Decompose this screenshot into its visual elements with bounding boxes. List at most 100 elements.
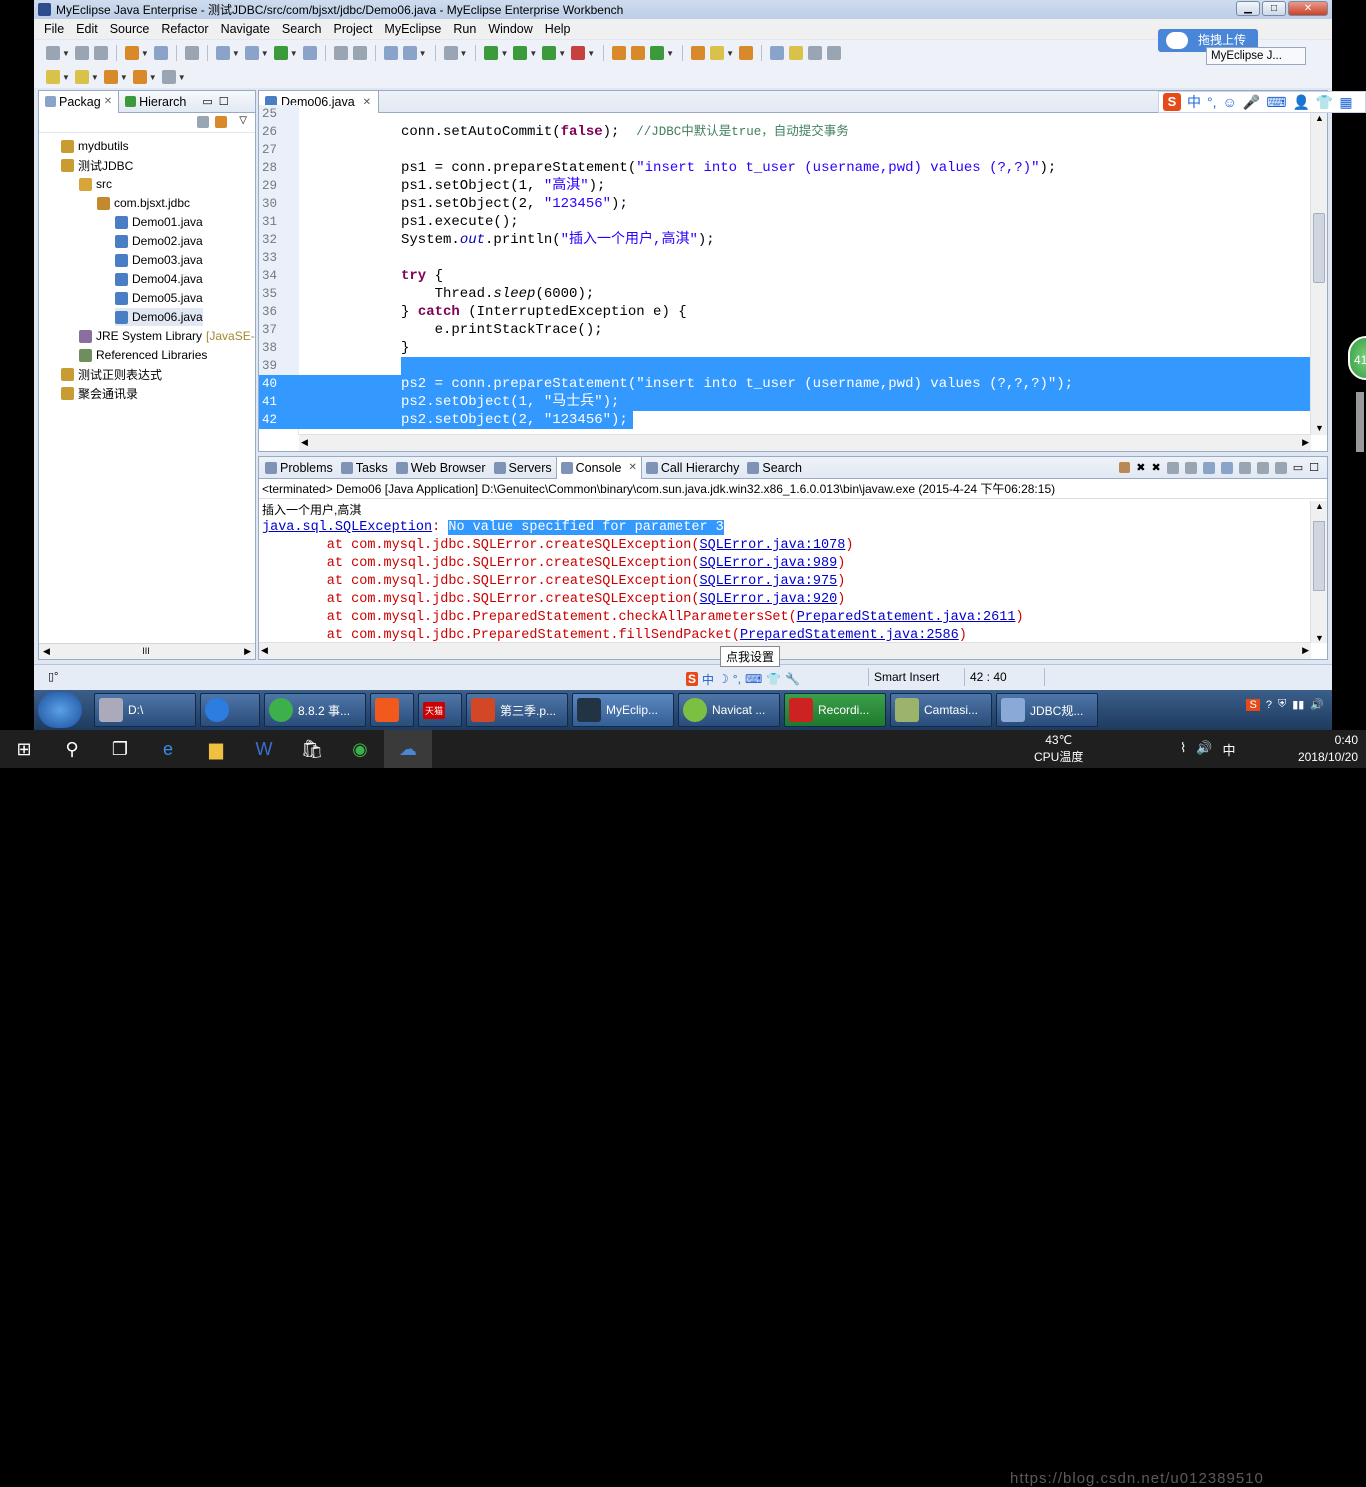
deploy-icon[interactable] (215, 46, 230, 60)
shirt-icon[interactable]: 👕 (766, 672, 781, 686)
stack-link[interactable]: SQLError.java:989 (699, 556, 837, 571)
tree-item-demo04[interactable]: Demo04.java (115, 270, 203, 288)
close-icon[interactable]: ✕ (104, 96, 112, 107)
maximize-button[interactable]: □ (1262, 1, 1286, 16)
ime-status-bar[interactable]: S 中 ☽ °, ⌨ 👕 🔧 (686, 670, 836, 688)
scroll-up-icon[interactable]: ▲ (1315, 113, 1324, 123)
tree-item-package[interactable]: com.bjsxt.jdbc (97, 194, 190, 212)
prev-annotation-icon[interactable] (74, 70, 89, 84)
minimize-view-icon[interactable]: ▭ (1293, 461, 1303, 474)
save-icon[interactable] (74, 46, 89, 60)
tree-item-demo05[interactable]: Demo05.java (115, 289, 203, 307)
ime-indicator[interactable]: 中 (1223, 740, 1236, 759)
punctuation-icon[interactable]: °, (733, 672, 741, 686)
sogou-logo[interactable]: S (686, 672, 699, 686)
baidu-cloud-icon[interactable]: ☁ (384, 730, 432, 768)
open-console-icon[interactable] (1274, 461, 1287, 474)
floating-badge[interactable]: 41 (1348, 336, 1366, 380)
perspective-switcher[interactable]: MyEclipse J... (1206, 47, 1306, 65)
close-button[interactable]: ✕ (1288, 1, 1328, 16)
external-tools-icon[interactable] (571, 46, 586, 60)
debug-icon[interactable] (484, 46, 499, 60)
store-icon[interactable]: 🛍 (288, 730, 336, 768)
start-orb[interactable] (38, 692, 82, 728)
tab-hierarchy[interactable]: Hierarch (119, 91, 192, 113)
punctuation-mode[interactable]: °, (1207, 94, 1217, 110)
globe-icon[interactable] (302, 46, 317, 60)
scroll-up-icon[interactable]: ▲ (1315, 501, 1324, 511)
menu-help[interactable]: Help (539, 22, 577, 36)
new-java-package-icon[interactable] (631, 46, 646, 60)
new-project-icon[interactable] (124, 46, 139, 60)
tab-console[interactable]: Console ✕ (555, 456, 642, 479)
network-icon[interactable]: ▮▮ (1292, 698, 1304, 711)
taskbar-ppt[interactable]: 第三季.p... (466, 693, 568, 727)
taskbar-navicat[interactable]: Navicat ... (678, 693, 780, 727)
sogou-ime-toolbar[interactable]: S 中 °, ☺ 🎤 ⌨ 👤 👕 ▦ (1158, 91, 1366, 113)
report-icon[interactable] (402, 46, 417, 60)
stack-link[interactable]: PreparedStatement.java:2611 (797, 610, 1016, 625)
highlight-icon[interactable] (788, 46, 803, 60)
scroll-left-icon[interactable]: ◀ (43, 646, 50, 657)
windows-start-icon[interactable]: ⊞ (0, 730, 48, 768)
server-icon[interactable] (184, 46, 199, 60)
tree-item-src[interactable]: src (79, 175, 112, 193)
scroll-thumb[interactable] (1313, 521, 1325, 591)
show-stderr-icon[interactable] (1220, 461, 1233, 474)
keyboard-icon[interactable]: ⌨ (745, 672, 762, 686)
open-folder-icon[interactable] (691, 46, 706, 60)
user-icon[interactable]: 👤 (1292, 94, 1309, 111)
console-hscroll[interactable]: ◀ ▶ (259, 642, 1311, 659)
web-icon[interactable] (273, 46, 288, 60)
tab-call-hierarchy[interactable]: Call Hierarchy (642, 457, 744, 479)
stack-link[interactable]: SQLError.java:1078 (699, 538, 845, 553)
editor-hscroll[interactable]: ◀ ▶ (299, 434, 1311, 451)
remove-all-icon[interactable]: ✖ (1152, 461, 1161, 474)
tree-item-regex-project[interactable]: 测试正则表达式 (61, 365, 162, 383)
scroll-right-icon[interactable]: ▶ (1302, 645, 1309, 656)
open-type-icon[interactable] (443, 46, 458, 60)
shirt-icon[interactable]: 👕 (1316, 94, 1333, 111)
word-icon[interactable]: W (240, 730, 288, 768)
pin-console-icon[interactable] (1238, 461, 1251, 474)
scroll-lock-icon[interactable] (1184, 461, 1197, 474)
stack-link[interactable]: SQLError.java:920 (699, 592, 837, 607)
code-area[interactable]: conn.setAutoCommit(false); //JDBC中默认是tru… (299, 113, 1311, 435)
task-view-icon[interactable]: ❐ (96, 730, 144, 768)
mark-occurrences-icon[interactable] (769, 46, 784, 60)
network-icon[interactable]: ⌇ (1180, 740, 1186, 759)
clock[interactable]: 0:40 2018/10/20 (1298, 732, 1358, 766)
taskbar-360[interactable]: 8.8.2 事... (264, 693, 366, 727)
show-whitespace-icon[interactable] (826, 46, 841, 60)
scroll-right-icon[interactable]: ▶ (244, 646, 251, 657)
tools-icon[interactable] (383, 46, 398, 60)
close-icon[interactable]: ✕ (629, 462, 637, 473)
maximize-view-icon[interactable]: ☐ (1309, 461, 1319, 474)
file-explorer-icon[interactable]: ▆ (192, 730, 240, 768)
jsp-icon[interactable] (244, 46, 259, 60)
tree-item-demo01[interactable]: Demo01.java (115, 213, 203, 231)
editor-vscroll[interactable]: ▲ ▼ (1310, 113, 1327, 435)
tab-search[interactable]: Search (743, 457, 806, 479)
remove-launch-icon[interactable]: ✖ (1136, 461, 1145, 474)
volume-icon[interactable]: 🔊 (1310, 698, 1324, 711)
tree-item-referenced-libraries[interactable]: Referenced Libraries (79, 346, 207, 364)
taskbar-ie[interactable] (200, 693, 260, 727)
forward-history-icon[interactable] (352, 46, 367, 60)
scroll-down-icon[interactable]: ▼ (1315, 423, 1324, 433)
scroll-down-icon[interactable]: ▼ (1315, 633, 1324, 643)
menu-file[interactable]: File (38, 22, 70, 36)
scroll-left-icon[interactable]: ◀ (261, 645, 268, 656)
tab-tasks[interactable]: Tasks (337, 457, 392, 479)
tree-item-jre-library[interactable]: JRE System Library [JavaSE- (79, 327, 255, 345)
menu-myeclipse[interactable]: MyEclipse (378, 22, 447, 36)
sogou-tray-icon[interactable]: S (1246, 698, 1260, 711)
tree-item-mydbutils[interactable]: mydbutils (61, 137, 129, 155)
exception-link[interactable]: java.sql.SQLException (262, 520, 432, 535)
print-icon[interactable] (93, 46, 108, 60)
new-package-icon[interactable] (153, 46, 168, 60)
wrench-icon[interactable]: 🔧 (785, 672, 800, 686)
help-icon[interactable]: ? (1266, 699, 1272, 711)
tab-web-browser[interactable]: Web Browser (392, 457, 490, 479)
console-output[interactable]: 插入一个用户,高淇 java.sql.SQLException: No valu… (259, 501, 1311, 641)
